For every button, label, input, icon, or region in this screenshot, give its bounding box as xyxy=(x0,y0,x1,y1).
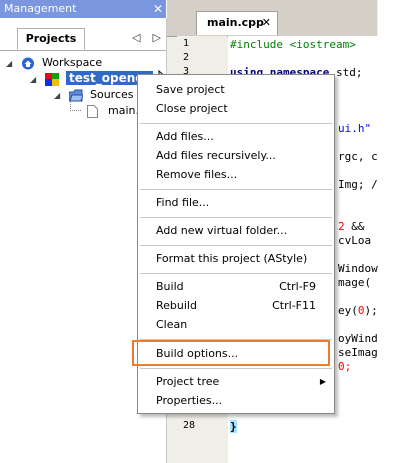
menu-item-label: Add new virtual folder... xyxy=(156,224,288,237)
code-line: #include <iostream> xyxy=(230,38,356,51)
line-number: 2 xyxy=(183,52,190,63)
collapse-icon[interactable]: ◢ xyxy=(6,55,14,72)
menu-item-shortcut: Ctrl-F9 xyxy=(279,280,316,293)
menu-item-shortcut: Ctrl-F11 xyxy=(272,299,316,312)
menu-item-label: Format this project (AStyle) xyxy=(156,252,308,265)
management-title-label: Management xyxy=(4,2,77,15)
code-fragment: Window xyxy=(338,262,378,275)
code-fragment: mage( xyxy=(338,276,372,289)
file-icon xyxy=(86,104,101,118)
menu-item-label: Find file... xyxy=(156,196,210,209)
menu-item-label: Save project xyxy=(156,83,225,96)
code-fragment: Img; / xyxy=(338,178,378,191)
menu-item-clean[interactable]: Clean xyxy=(138,315,334,335)
menu-item-add-files[interactable]: Add files... xyxy=(138,127,334,147)
close-icon[interactable]: ✕ xyxy=(153,0,163,18)
menu-item-label: Add files recursively... xyxy=(156,149,276,162)
folder-icon xyxy=(68,89,84,102)
menu-separator xyxy=(140,368,332,369)
menu-item-label: Rebuild xyxy=(156,299,197,312)
editor-right-margin xyxy=(378,0,407,463)
menu-item-format-project[interactable]: Format this project (AStyle) xyxy=(138,249,334,269)
code-fragment: ui.h" xyxy=(338,122,372,135)
tree-item-label: Workspace xyxy=(42,56,103,69)
menu-separator xyxy=(140,123,332,124)
menu-item-remove-files[interactable]: Remove files... xyxy=(138,165,334,185)
menu-item-label: Build xyxy=(156,280,184,293)
menu-item-add-files-recursively[interactable]: Add files recursively... xyxy=(138,146,334,166)
line-number: 28 xyxy=(183,420,196,431)
menu-item-label: Remove files... xyxy=(156,168,238,181)
menu-separator xyxy=(140,245,332,246)
submenu-arrow-icon: ▶ xyxy=(319,377,326,386)
menu-item-add-virtual-folder[interactable]: Add new virtual folder... xyxy=(138,221,334,241)
workspace-icon xyxy=(21,57,35,70)
menu-item-label: Close project xyxy=(156,102,228,115)
editor-tab-label: main.cpp xyxy=(207,16,264,29)
menu-separator xyxy=(140,217,332,218)
menu-separator xyxy=(140,273,332,274)
collapse-icon[interactable]: ◢ xyxy=(30,71,38,88)
annotation-highlight-box xyxy=(132,340,330,366)
management-tabstrip: Projects ◁▷ xyxy=(0,28,166,51)
code-fragment: cvLoa xyxy=(338,234,372,247)
code-fragment: 2 && xyxy=(338,220,365,233)
tree-item-workspace[interactable]: ◢ Workspace xyxy=(6,54,102,71)
code-fragment: rgc, c xyxy=(338,150,378,163)
menu-item-label: Clean xyxy=(156,318,188,331)
menu-item-build[interactable]: Build Ctrl-F9 xyxy=(138,277,334,297)
menu-item-label: Add files... xyxy=(156,130,214,143)
menu-separator xyxy=(140,189,332,190)
menu-item-label: Project tree xyxy=(156,375,220,388)
code-brace: } xyxy=(230,420,237,433)
collapse-icon[interactable]: ◢ xyxy=(54,87,62,104)
project-icon xyxy=(44,72,59,86)
tab-projects[interactable]: Projects xyxy=(17,28,85,50)
tree-item-sources[interactable]: ◢ Sources xyxy=(54,86,134,103)
code-fragment: oyWind xyxy=(338,332,378,345)
code-fragment: ey(0); xyxy=(338,304,378,317)
management-panel-title: Management ✕ xyxy=(0,0,166,18)
menu-item-find-file[interactable]: Find file... xyxy=(138,193,334,213)
code-fragment: 0; xyxy=(338,360,352,373)
menu-item-rebuild[interactable]: Rebuild Ctrl-F11 xyxy=(138,296,334,316)
tree-connector xyxy=(70,102,81,111)
close-icon[interactable]: ✕ xyxy=(262,12,271,34)
tree-item-label: Sources xyxy=(90,88,134,101)
menu-item-save-project[interactable]: Save project xyxy=(138,80,334,100)
code-fragment: seImag xyxy=(338,346,378,359)
menu-item-properties[interactable]: Properties... xyxy=(138,391,334,411)
line-number: 1 xyxy=(183,38,190,49)
tab-main-cpp[interactable]: main.cpp ✕ xyxy=(196,11,278,35)
menu-item-project-tree[interactable]: Project tree ▶ xyxy=(138,372,334,392)
menu-item-close-project[interactable]: Close project xyxy=(138,99,334,119)
menu-item-label: Properties... xyxy=(156,394,223,407)
